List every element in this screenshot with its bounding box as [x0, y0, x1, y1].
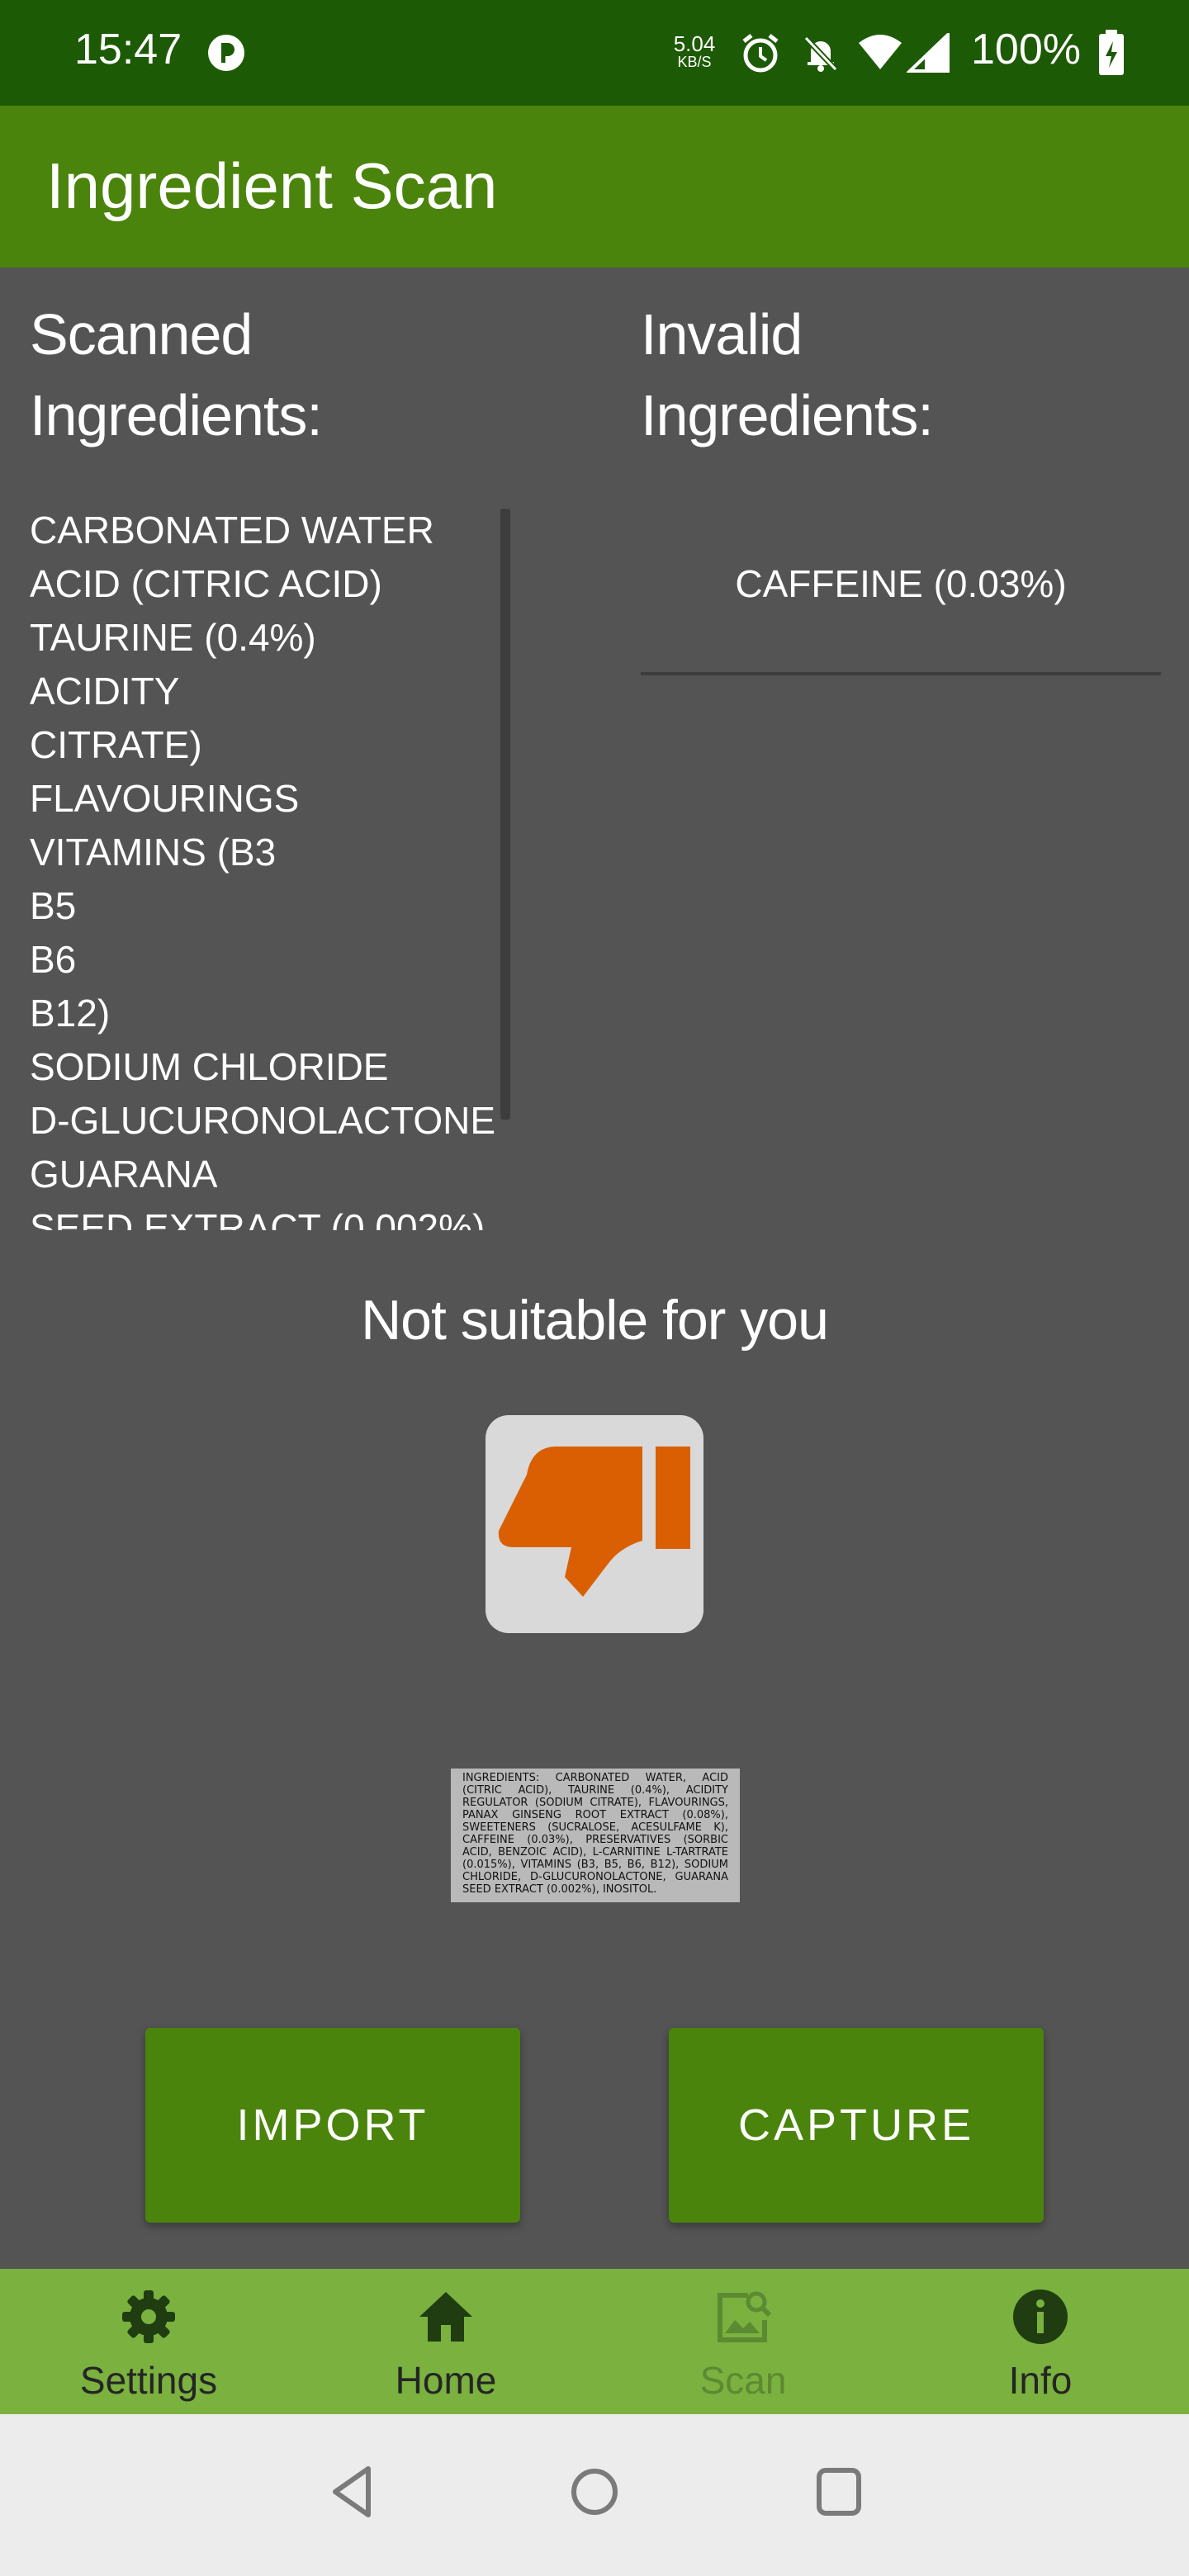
- list-item: B12): [30, 992, 111, 1035]
- nav-label-scan: Scan: [699, 2359, 787, 2402]
- list-item: FLAVOURINGS: [30, 777, 300, 820]
- list-item: SODIUM CHLORIDE: [30, 1045, 389, 1088]
- nav-item-settings[interactable]: Settings: [0, 2269, 297, 2414]
- bottom-navigation: Settings Home Scan Info: [0, 2269, 1189, 2414]
- nav-label-settings: Settings: [79, 2359, 218, 2402]
- home-circle-icon[interactable]: [570, 2464, 619, 2520]
- list-item: SEED EXTRACT (0.002%): [30, 1206, 486, 1230]
- system-navigation-bar: [0, 2414, 1189, 2576]
- capture-button[interactable]: CAPTURE: [669, 2028, 1044, 2223]
- nav-item-scan[interactable]: Scan: [594, 2269, 892, 2414]
- nav-item-home[interactable]: Home: [297, 2269, 594, 2414]
- thumbs-down-icon: [498, 1447, 690, 1597]
- import-button[interactable]: IMPORT: [145, 2028, 520, 2223]
- scanned-ingredients-heading: Scanned Ingredients:: [30, 302, 323, 447]
- scanned-label-image: INGREDIENTS: CARBONATED WATER, ACID (CIT…: [451, 1769, 740, 1902]
- battery-charging-icon: [1099, 30, 1124, 75]
- app-notification-icon: [208, 35, 244, 71]
- page-title: Ingredient Scan: [46, 149, 498, 222]
- nav-label-info: Info: [1008, 2359, 1073, 2402]
- status-bar: 15:47 5.04 KB/S 100%: [0, 0, 1189, 106]
- list-item: VITAMINS (B3: [30, 831, 277, 874]
- list-item: ACIDITY: [30, 670, 180, 713]
- divider: [641, 672, 1161, 675]
- gear-icon: [122, 2290, 175, 2343]
- bell-off-icon: [803, 36, 838, 72]
- list-item: D-GLUCURONOLACTONE: [30, 1099, 495, 1142]
- list-item: GUARANA: [30, 1153, 218, 1196]
- info-icon: [1013, 2290, 1068, 2344]
- alarm-icon: [742, 34, 779, 73]
- list-item: CITRATE): [30, 723, 202, 766]
- app-bar: Ingredient Scan: [0, 106, 1189, 268]
- battery-percent: 100%: [971, 26, 1081, 73]
- nav-label-home: Home: [395, 2359, 497, 2402]
- home-icon: [419, 2292, 472, 2342]
- ingredient-list-scrollbar[interactable]: [500, 509, 510, 1120]
- verdict-text: Not suitable for you: [361, 1289, 829, 1352]
- status-time: 15:47: [74, 26, 182, 73]
- list-item: TAURINE (0.4%): [30, 616, 316, 659]
- invalid-ingredients-heading: Invalid Ingredients:: [641, 302, 934, 447]
- nav-item-info[interactable]: Info: [892, 2269, 1189, 2414]
- invalid-ingredient-item: CAFFEINE (0.03%): [735, 562, 1067, 605]
- net-speed: 5.04 KB/S: [673, 31, 716, 70]
- scanned-ingredients-list[interactable]: CARBONATED WATER ACID (CITRIC ACID) TAUR…: [30, 504, 525, 1230]
- verdict-icon-container: [486, 1415, 703, 1633]
- list-item: ACID (CITRIC ACID): [30, 562, 382, 605]
- recents-icon[interactable]: [816, 2464, 862, 2520]
- list-item: B6: [30, 938, 77, 981]
- list-item: CARBONATED WATER: [30, 509, 434, 552]
- list-item: B5: [30, 884, 77, 927]
- image-search-icon: [718, 2291, 772, 2342]
- back-icon[interactable]: [329, 2464, 375, 2520]
- signal-icon: [907, 33, 950, 73]
- wifi-icon: [859, 35, 902, 69]
